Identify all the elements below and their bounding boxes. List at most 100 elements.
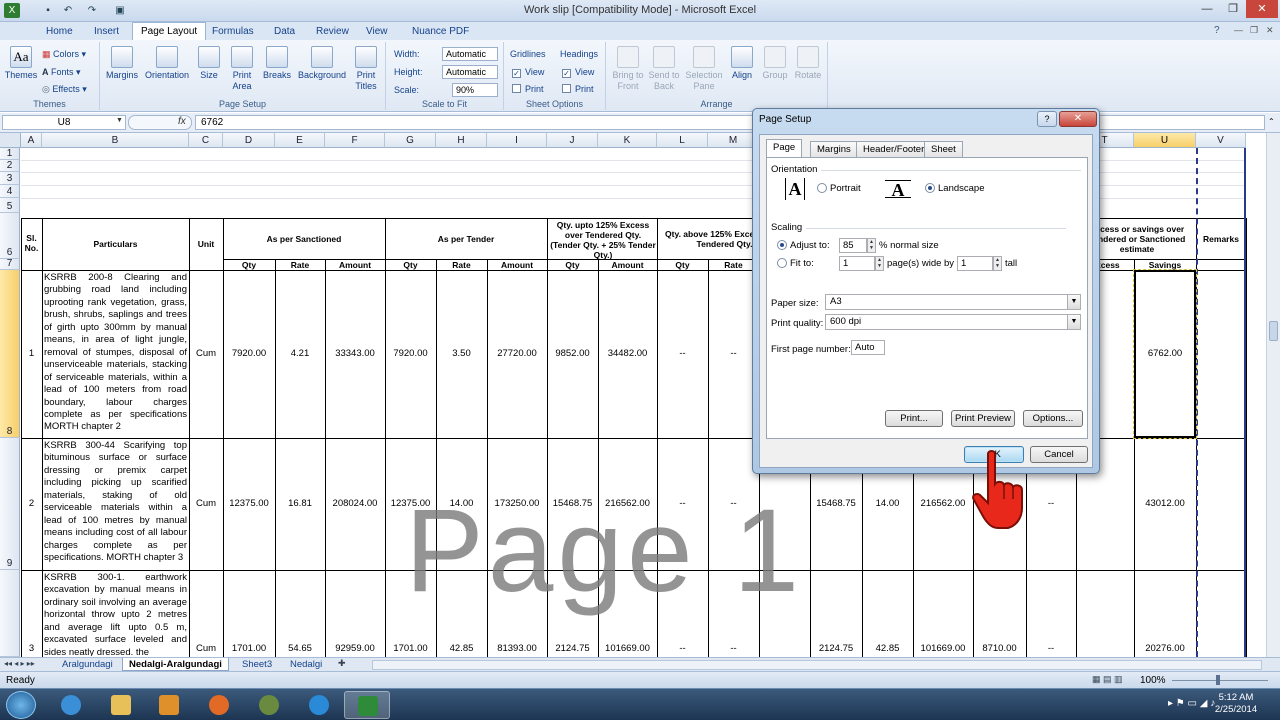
background-button[interactable]: Background [294, 46, 350, 81]
column-header-k[interactable]: K [598, 133, 657, 148]
formula-input[interactable]: 6762 [195, 115, 1265, 130]
print-preview-button[interactable]: Print Preview [951, 410, 1015, 427]
paper-size-select[interactable]: A3 ▼ [825, 294, 1081, 310]
dialog-tab-header-footer[interactable]: Header/Footer [856, 141, 932, 157]
tab-review[interactable]: Review [308, 23, 357, 40]
column-header-b[interactable]: B [42, 133, 189, 148]
minimize-icon[interactable]: — [1194, 0, 1220, 18]
print-quality-dropdown-icon[interactable]: ▼ [1067, 315, 1080, 329]
zoom-level[interactable]: 100% [1140, 675, 1166, 686]
column-header-a[interactable]: A [21, 133, 42, 148]
name-box[interactable]: U8 [2, 115, 126, 130]
align-button[interactable]: Align [728, 46, 756, 81]
row-header-7[interactable]: 7 [0, 258, 20, 270]
start-button-icon[interactable] [6, 691, 36, 719]
vertical-scrollbar[interactable] [1266, 133, 1280, 657]
row-header-6[interactable]: 6 [0, 213, 20, 259]
column-header-u[interactable]: U [1134, 133, 1196, 148]
column-header-i[interactable]: I [487, 133, 547, 148]
zoom-slider[interactable] [1172, 680, 1268, 681]
insert-sheet-icon[interactable]: ✚ [338, 658, 346, 669]
tab-page-layout[interactable]: Page Layout [132, 22, 207, 41]
help-icon[interactable]: ? [1214, 25, 1220, 36]
expand-formula-icon[interactable]: ⌃ [1268, 117, 1275, 126]
fit-to-radio[interactable]: Fit to: [777, 258, 814, 269]
zoom-slider-thumb[interactable] [1216, 675, 1220, 685]
column-header-v[interactable]: V [1196, 133, 1246, 148]
dialog-close-icon[interactable]: ✕ [1059, 111, 1097, 127]
excel-taskbar-icon[interactable] [344, 691, 390, 719]
column-header-g[interactable]: G [385, 133, 436, 148]
row-header-4[interactable]: 4 [0, 185, 20, 198]
column-header-f[interactable]: F [325, 133, 385, 148]
um-app-taskbar-icon[interactable] [246, 691, 292, 719]
vertical-scroll-thumb[interactable] [1269, 321, 1278, 341]
first-page-input[interactable]: Auto [851, 340, 885, 355]
paper-size-dropdown-icon[interactable]: ▼ [1067, 295, 1080, 309]
view-buttons-icon[interactable]: ▦ ▤ ▥ [1092, 674, 1123, 685]
fit-tall-input[interactable]: 1 [957, 256, 993, 271]
column-header-d[interactable]: D [223, 133, 275, 148]
fit-tall-spinner[interactable]: ▲ ▼ [993, 256, 1002, 271]
margins-button[interactable]: Margins [104, 46, 140, 81]
row-header-2[interactable]: 2 [0, 160, 20, 172]
gridlines-view-checkbox[interactable]: ✓ View [512, 66, 544, 78]
rotate-button[interactable]: Rotate [792, 46, 824, 81]
restore-icon[interactable]: ❐ [1220, 0, 1246, 18]
dialog-tab-margins[interactable]: Margins [810, 141, 858, 157]
gridlines-print-checkbox[interactable]: Print [512, 83, 544, 95]
colors-button[interactable]: ▦ Colors ▾ [42, 48, 86, 60]
name-box-dropdown-icon[interactable]: ▼ [116, 117, 123, 124]
column-header-h[interactable]: H [436, 133, 487, 148]
close-icon[interactable]: ✕ [1246, 0, 1278, 18]
portrait-radio[interactable]: Portrait [817, 183, 861, 194]
selection-pane-button[interactable]: Selection Pane [682, 46, 726, 92]
horizontal-scrollbar[interactable] [372, 660, 1262, 670]
themes-button[interactable]: Aa Themes [4, 46, 38, 81]
row-header-1[interactable]: 1 [0, 148, 20, 160]
media-player-taskbar-icon[interactable] [146, 691, 192, 719]
headings-view-checkbox[interactable]: ✓ View [562, 66, 594, 78]
ribbon-close-icon[interactable]: ✕ [1266, 25, 1274, 36]
ribbon-minimize-icon[interactable]: — [1234, 25, 1243, 35]
adjust-to-input[interactable]: 85 [839, 238, 867, 253]
bring-to-front-button[interactable]: Bring to Front [610, 46, 646, 92]
dialog-tab-sheet[interactable]: Sheet [924, 141, 963, 157]
tab-formulas[interactable]: Formulas [204, 23, 262, 40]
adjust-to-radio[interactable]: Adjust to: [777, 240, 830, 251]
fx-icon[interactable]: fx [178, 116, 186, 127]
size-button[interactable]: Size [196, 46, 222, 81]
column-header-c[interactable]: C [189, 133, 223, 148]
options-button[interactable]: Options... [1023, 410, 1083, 427]
width-combo[interactable]: Automatic [442, 47, 498, 61]
help-icon[interactable]: ? [1037, 111, 1057, 127]
select-all-corner[interactable] [0, 133, 21, 148]
row-header-9[interactable]: 9 [0, 438, 20, 570]
print-quality-select[interactable]: 600 dpi ▼ [825, 314, 1081, 330]
print-area-button[interactable]: Print Area [226, 46, 258, 92]
tab-data[interactable]: Data [266, 23, 303, 40]
landscape-radio[interactable]: Landscape [925, 183, 984, 194]
print-titles-button[interactable]: Print Titles [350, 46, 382, 92]
fit-wide-input[interactable]: 1 [839, 256, 875, 271]
tab-view[interactable]: View [358, 23, 396, 40]
tab-home[interactable]: Home [38, 23, 81, 40]
row-header-3[interactable]: 3 [0, 172, 20, 185]
column-header-l[interactable]: L [657, 133, 708, 148]
orientation-button[interactable]: Orientation [142, 46, 192, 81]
clock[interactable]: 5:12 AM 2/25/2014 [1208, 692, 1264, 716]
send-to-back-button[interactable]: Send to Back [646, 46, 682, 92]
explorer-taskbar-icon[interactable] [98, 691, 144, 719]
sheet-tab-nedalgi[interactable]: Nedalgi [284, 658, 328, 671]
row-header-5[interactable]: 5 [0, 198, 20, 213]
row-header-8[interactable]: 8 [0, 270, 20, 438]
app-taskbar-icon[interactable] [296, 691, 342, 719]
fonts-button[interactable]: A Fonts ▾ [42, 66, 81, 78]
adjust-to-spinner[interactable]: ▲ ▼ [867, 238, 876, 253]
sheet-nav-icon[interactable]: ◂◂ ◂ ▸ ▸▸ [4, 659, 35, 668]
tab-insert[interactable]: Insert [86, 23, 127, 40]
dialog-tab-page[interactable]: Page [766, 139, 803, 158]
firefox-taskbar-icon[interactable] [196, 691, 242, 719]
fit-wide-spinner[interactable]: ▲ ▼ [875, 256, 884, 271]
column-header-j[interactable]: J [547, 133, 598, 148]
